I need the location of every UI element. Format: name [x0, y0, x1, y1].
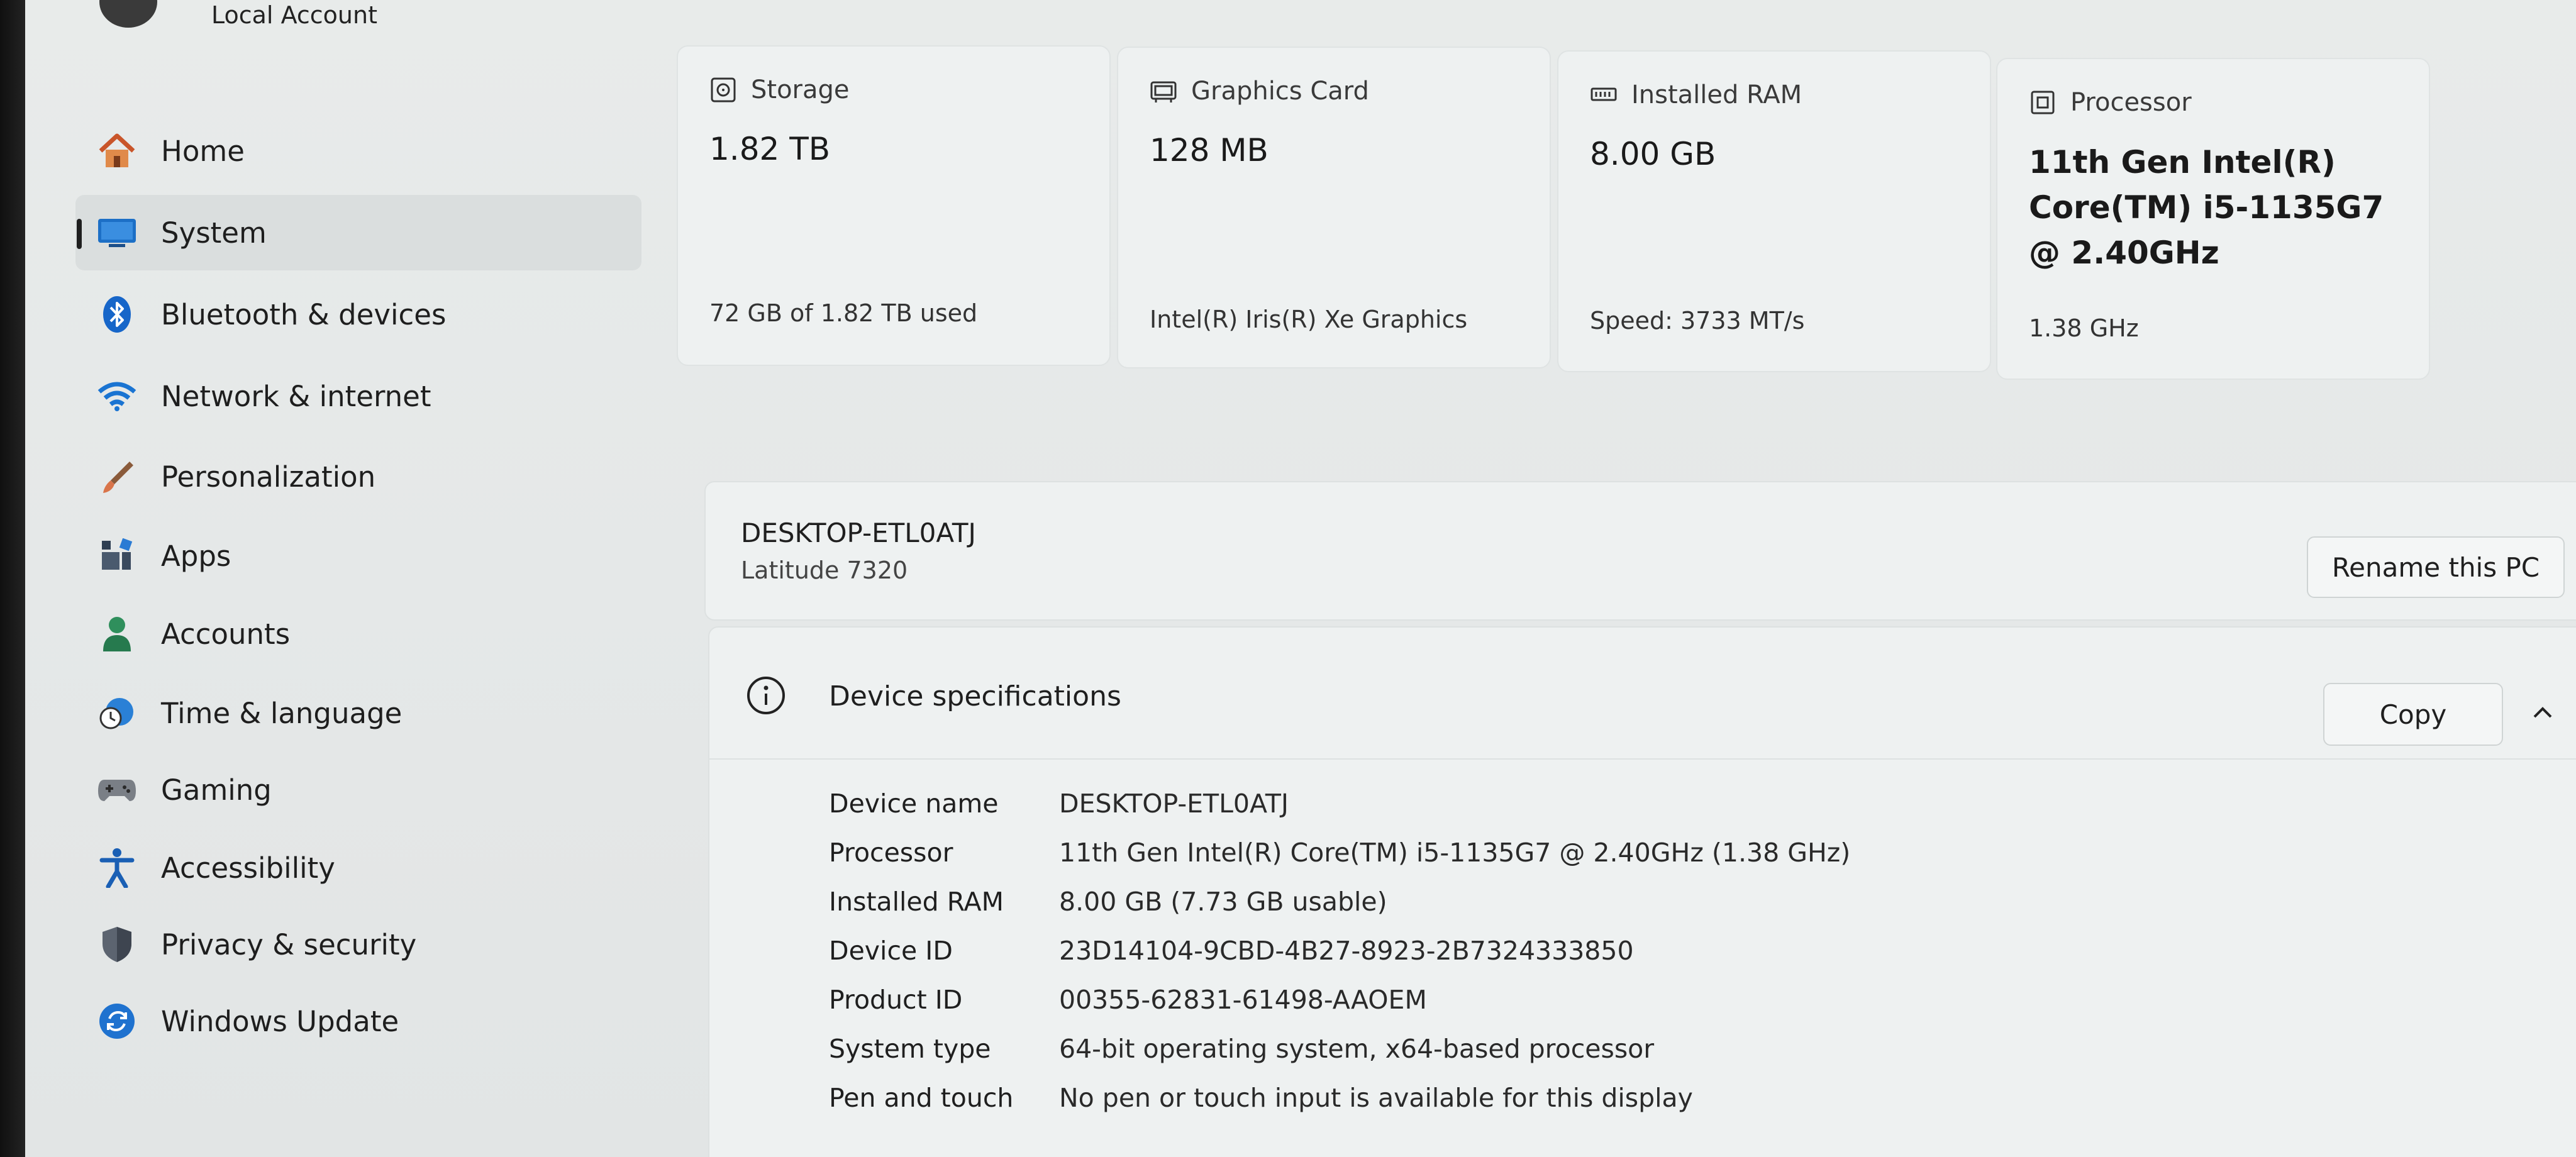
sidebar-item-apps[interactable]: Apps	[75, 518, 641, 594]
sidebar-item-windows-update[interactable]: Windows Update	[75, 983, 641, 1059]
sidebar-item-label: Windows Update	[161, 1004, 399, 1038]
spec-value: No pen or touch input is available for t…	[1059, 1083, 1693, 1113]
device-specifications-header[interactable]: Device specifications Copy	[709, 628, 2576, 760]
update-icon	[93, 997, 141, 1045]
storage-value: 1.82 TB	[709, 131, 831, 167]
info-icon	[746, 675, 786, 716]
sidebar-item-label: Accessibility	[161, 851, 335, 885]
storage-usage: 72 GB of 1.82 TB used	[709, 299, 978, 327]
spec-label: Installed RAM	[829, 887, 1004, 917]
sidebar-item-label: Home	[161, 134, 245, 168]
accessibility-icon	[93, 844, 141, 892]
spec-value: 64-bit operating system, x64-based proce…	[1059, 1034, 1655, 1064]
sidebar-item-label: Apps	[161, 539, 231, 573]
sidebar-item-network[interactable]: Network & internet	[75, 358, 641, 434]
copy-button[interactable]: Copy	[2323, 683, 2503, 746]
spec-label: Device name	[829, 789, 999, 819]
spec-label: Device ID	[829, 936, 953, 966]
bluetooth-icon	[93, 291, 141, 338]
storage-icon	[709, 76, 737, 104]
sidebar-item-accessibility[interactable]: Accessibility	[75, 830, 641, 905]
card-title: Processor	[2070, 88, 2192, 117]
spec-value: DESKTOP-ETL0ATJ	[1059, 789, 1289, 819]
sidebar-item-label: Bluetooth & devices	[161, 297, 447, 331]
card-title: Graphics Card	[1191, 77, 1369, 106]
spec-row: Installed RAM 8.00 GB (7.73 GB usable)	[829, 887, 2527, 931]
shield-icon	[93, 921, 141, 968]
spec-row: Processor 11th Gen Intel(R) Core(TM) i5-…	[829, 838, 2527, 882]
spec-row: Device name DESKTOP-ETL0ATJ	[829, 789, 2527, 833]
chevron-up-icon[interactable]	[2527, 697, 2558, 728]
home-icon	[93, 127, 141, 175]
sidebar-item-accounts[interactable]: Accounts	[75, 596, 641, 672]
apps-icon	[93, 532, 141, 580]
sidebar-item-gaming[interactable]: Gaming	[75, 752, 641, 828]
active-indicator	[77, 219, 82, 249]
spec-row: Device ID 23D14104-9CBD-4B27-8923-2B7324…	[829, 936, 2527, 980]
sidebar-item-personalization[interactable]: Personalization	[75, 439, 641, 514]
sidebar-item-label: Gaming	[161, 773, 272, 807]
spec-row: Pen and touch No pen or touch input is a…	[829, 1083, 2527, 1127]
system-icon	[93, 209, 141, 257]
spec-label: Product ID	[829, 985, 963, 1015]
gamepad-icon	[93, 766, 141, 814]
spec-label: Processor	[829, 838, 953, 868]
processor-card[interactable]: Processor 11th Gen Intel(R) Core(TM) i5-…	[1996, 58, 2430, 380]
wifi-icon	[93, 372, 141, 420]
settings-screen: Local Account Home System Bluetooth & de…	[0, 0, 2576, 1157]
brush-icon	[93, 453, 141, 501]
sidebar-item-privacy[interactable]: Privacy & security	[75, 907, 641, 982]
graphics-card-card[interactable]: Graphics Card 128 MB Intel(R) Iris(R) Xe…	[1117, 47, 1551, 368]
pc-model: Latitude 7320	[741, 556, 908, 584]
card-title: Storage	[751, 75, 850, 104]
spec-row: System type 64-bit operating system, x64…	[829, 1034, 2527, 1078]
graphics-adapter-name: Intel(R) Iris(R) Xe Graphics	[1150, 306, 1468, 333]
ram-value: 8.00 GB	[1590, 136, 1716, 172]
sidebar-item-label: Accounts	[161, 617, 291, 651]
graphics-card-icon	[1150, 77, 1177, 105]
sidebar-item-bluetooth[interactable]: Bluetooth & devices	[75, 277, 641, 352]
sidebar-item-label: Privacy & security	[161, 927, 417, 961]
processor-icon	[2029, 89, 2057, 116]
processor-value: 11th Gen Intel(R) Core(TM) i5-1135G7 @ 2…	[2029, 144, 2384, 271]
storage-card[interactable]: Storage 1.82 TB 72 GB of 1.82 TB used	[677, 45, 1111, 366]
account-type-label: Local Account	[211, 1, 377, 29]
rename-pc-button[interactable]: Rename this PC	[2307, 536, 2565, 598]
sidebar-item-home[interactable]: Home	[75, 113, 641, 189]
spec-value: 11th Gen Intel(R) Core(TM) i5-1135G7 @ 2…	[1059, 838, 1851, 868]
clock-globe-icon	[93, 689, 141, 737]
ram-speed: Speed: 3733 MT/s	[1590, 307, 1805, 335]
spec-value: 23D14104-9CBD-4B27-8923-2B7324333850	[1059, 936, 1634, 966]
spec-value: 8.00 GB (7.73 GB usable)	[1059, 887, 1387, 917]
processor-speed: 1.38 GHz	[2029, 314, 2139, 342]
spec-value: 00355-62831-61498-AAOEM	[1059, 985, 1427, 1015]
ram-icon	[1590, 81, 1618, 109]
installed-ram-card[interactable]: Installed RAM 8.00 GB Speed: 3733 MT/s	[1557, 50, 1991, 372]
spec-label: System type	[829, 1034, 991, 1064]
device-specifications-title: Device specifications	[829, 680, 1121, 712]
person-icon	[93, 610, 141, 658]
sidebar-item-label: Personalization	[161, 460, 376, 494]
device-specifications-panel: Device specifications Copy Device name D…	[708, 626, 2576, 1157]
sidebar-item-system[interactable]: System	[75, 195, 641, 270]
pc-name: DESKTOP-ETL0ATJ	[741, 518, 976, 548]
sidebar-item-label: Network & internet	[161, 379, 431, 413]
sidebar-item-label: System	[161, 216, 267, 250]
card-title: Installed RAM	[1631, 80, 1802, 109]
spec-label: Pen and touch	[829, 1083, 1014, 1113]
sidebar-item-time-language[interactable]: Time & language	[75, 675, 641, 751]
sidebar-item-label: Time & language	[161, 696, 402, 730]
avatar[interactable]	[99, 0, 157, 28]
settings-window: Local Account Home System Bluetooth & de…	[25, 0, 2576, 1157]
pc-name-bar: DESKTOP-ETL0ATJ Latitude 7320 Rename thi…	[704, 481, 2576, 621]
spec-row: Product ID 00355-62831-61498-AAOEM	[829, 985, 2527, 1029]
graphics-memory-value: 128 MB	[1150, 132, 1269, 169]
